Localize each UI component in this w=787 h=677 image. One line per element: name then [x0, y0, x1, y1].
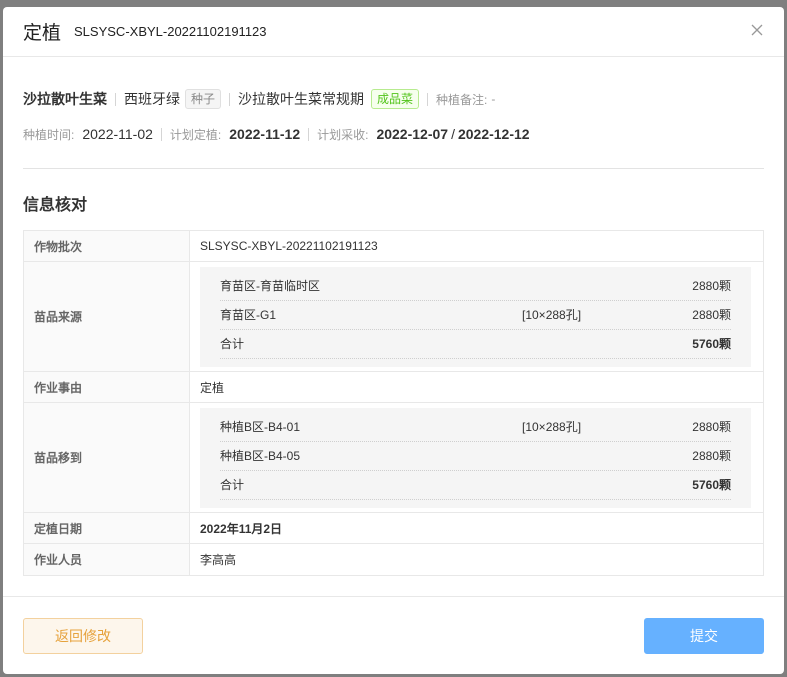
list-item: 育苗区-G1 [10×288孔] 2880颗: [220, 301, 731, 330]
plan-transplant-value: 2022-11-12: [229, 126, 301, 142]
operator-value: 李高高: [200, 553, 237, 567]
operator-label: 作业人员: [24, 544, 190, 575]
divider: [308, 127, 310, 141]
divider: [427, 92, 429, 106]
batch-label: 作物批次: [24, 231, 190, 261]
reason-value: 定植: [200, 380, 225, 395]
section-title: 信息核对: [23, 197, 88, 214]
list-item: 育苗区-育苗临时区 2880颗: [220, 272, 731, 301]
plan-harvest-end: 2022-12-12: [457, 126, 530, 142]
batch-value: SLSYSC-XBYL-20221102191123: [200, 239, 378, 253]
back-edit-button[interactable]: 返回修改: [23, 618, 143, 654]
note-value: -: [491, 92, 496, 106]
table-row: 定植日期 2022年11月2日: [24, 513, 763, 544]
modal-header: 定植 SLSYSC-XBYL-20221102191123: [3, 7, 784, 57]
divider: [160, 127, 162, 141]
plant-time-value: 2022-11-02: [82, 126, 153, 142]
close-icon[interactable]: [750, 23, 764, 37]
section-divider: [23, 168, 764, 169]
seed-tag: 种子: [185, 89, 222, 109]
transplant-modal: 定植 SLSYSC-XBYL-20221102191123 沙拉散叶生菜 西班牙…: [3, 7, 784, 674]
modal-title: 定植: [23, 23, 62, 44]
variety-name: 西班牙绿: [124, 91, 180, 107]
plan-transplant-label: 计划定植:: [169, 127, 222, 142]
date-separator: /: [451, 126, 455, 142]
plant-time-label: 种植时间:: [23, 127, 75, 142]
modal-footer: 返回修改 提交: [3, 596, 784, 674]
divider: [115, 92, 116, 106]
date-label: 定植日期: [24, 513, 190, 543]
plan-harvest-label: 计划采收:: [317, 127, 369, 142]
table-row: 作业事由 定植: [24, 372, 763, 403]
modal-batch-number: SLSYSC-XBYL-20221102191123: [74, 24, 267, 39]
target-label: 苗品移到: [24, 403, 190, 512]
plan-harvest-start: 2022-12-07: [376, 126, 449, 142]
info-table: 作物批次 SLSYSC-XBYL-20221102191123 苗品来源 育苗区…: [23, 230, 764, 576]
spec-name: 沙拉散叶生菜常规期: [238, 91, 365, 107]
list-total: 合计 5760颗: [220, 471, 731, 500]
list-item: 种植B区-B4-05 2880颗: [220, 442, 731, 471]
divider: [229, 92, 231, 106]
list-item: 种植B区-B4-01 [10×288孔] 2880颗: [220, 413, 731, 442]
table-row: 苗品来源 育苗区-育苗临时区 2880颗 育苗区-G1 [10×288孔] 28…: [24, 262, 763, 372]
crop-name: 沙拉散叶生菜: [23, 91, 107, 107]
date-value: 2022年11月2日: [200, 521, 283, 536]
reason-label: 作业事由: [24, 372, 190, 402]
source-list: 育苗区-育苗临时区 2880颗 育苗区-G1 [10×288孔] 2880颗 合…: [200, 266, 751, 367]
submit-button[interactable]: 提交: [644, 618, 764, 654]
list-total: 合计 5760颗: [220, 330, 731, 359]
crop-summary: 沙拉散叶生菜 西班牙绿 种子 沙拉散叶生菜常规期 成品菜 种植备注: - 种植时…: [3, 57, 784, 146]
note-label: 种植备注:: [436, 92, 488, 107]
table-row: 作业人员 李高高: [24, 544, 763, 575]
target-list: 种植B区-B4-01 [10×288孔] 2880颗 种植B区-B4-05 28…: [200, 407, 751, 508]
table-row: 苗品移到 种植B区-B4-01 [10×288孔] 2880颗 种植B区-B4-…: [24, 403, 763, 513]
source-label: 苗品来源: [24, 262, 190, 371]
table-row: 作物批次 SLSYSC-XBYL-20221102191123: [24, 231, 763, 262]
product-tag: 成品菜: [371, 89, 420, 109]
